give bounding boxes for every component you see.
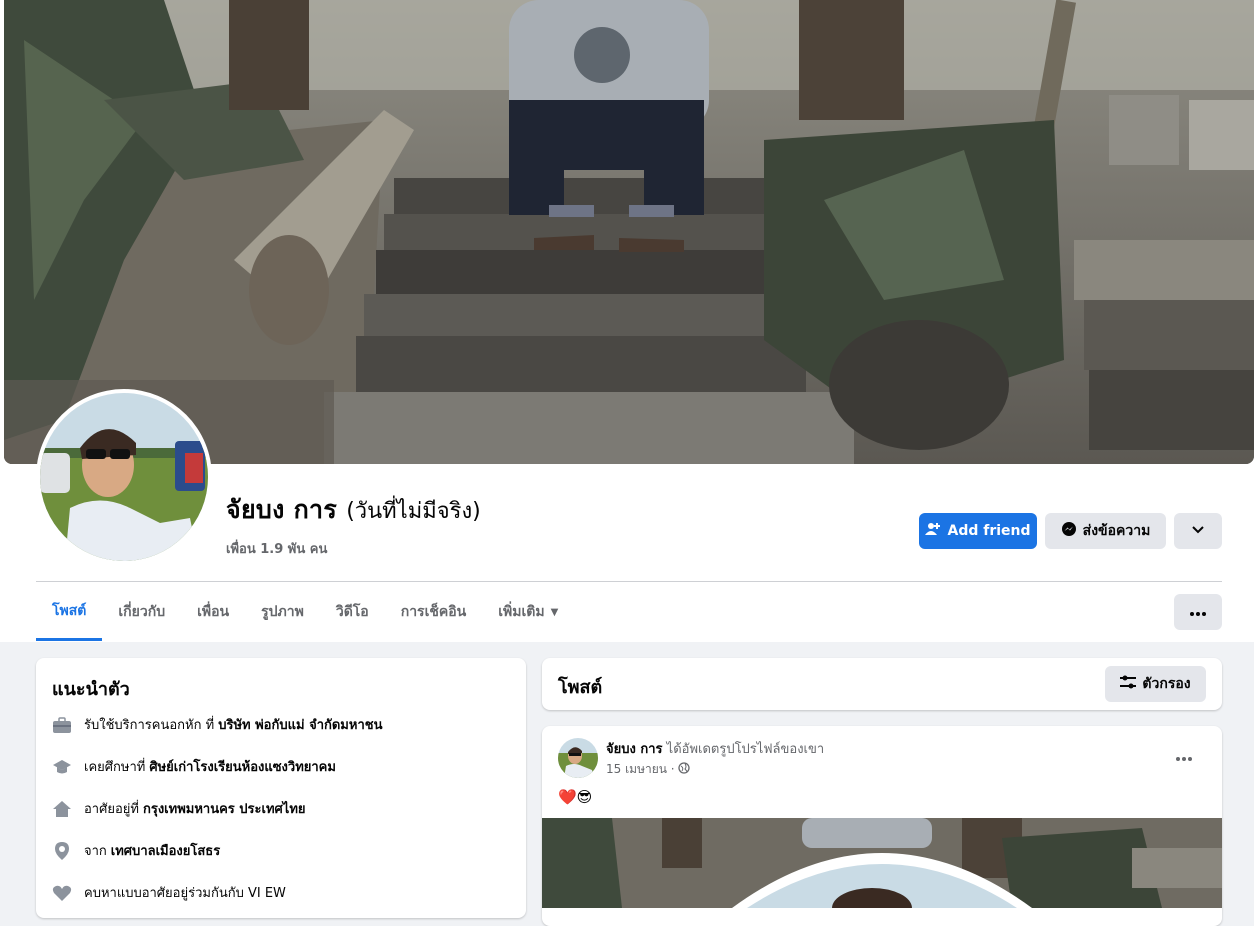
post-text: ❤️😎 [558, 788, 593, 806]
post-action-text: ได้อัพเดตรูปโปรไฟล์ของเขา [666, 742, 825, 757]
tab-photos[interactable]: รูปภาพ [245, 583, 320, 641]
tab-label: โพสต์ [52, 602, 87, 619]
intro-item-relationship: คบหาแบบอาศัยอยู่ร่วมกันกับ VI EW [52, 882, 286, 903]
intro-from-text: จาก [84, 844, 107, 859]
tab-more[interactable]: เพิ่มเติม ▼ [482, 583, 574, 641]
intro-relationship-text[interactable]: คบหาแบบอาศัยอยู่ร่วมกันกับ VI EW [84, 882, 286, 903]
tab-videos[interactable]: วิดีโอ [320, 583, 385, 641]
post-options-button[interactable] [1176, 746, 1192, 765]
header-divider [36, 581, 1222, 582]
tab-about[interactable]: เกี่ยวกับ [102, 583, 181, 641]
tab-label: วิดีโอ [335, 604, 369, 620]
intro-item-lives: อาศัยอยู่ที่ กรุงเทพมหานคร ประเทศไทย [52, 798, 306, 819]
tab-label: การเช็คอิน [400, 604, 467, 620]
intro-education-link[interactable]: ศิษย์เก่าโรงเรียนห้องแซงวิทยาคม [149, 756, 336, 777]
intro-item-education: เคยศึกษาที่ ศิษย์เก่าโรงเรียนห้องแซงวิทย… [52, 756, 336, 777]
intro-from-link[interactable]: เทศบาลเมืองยโสธร [111, 840, 220, 861]
post-date[interactable]: 15 เมษายน · [606, 760, 675, 779]
tab-posts[interactable]: โพสต์ [36, 583, 103, 641]
filter-sliders-icon [1120, 675, 1137, 693]
posts-header-card: โพสต์ ตัวกรอง [542, 658, 1222, 710]
intro-title: แนะนำตัว [52, 679, 130, 700]
home-icon [52, 799, 72, 819]
more-dots-icon [1190, 604, 1206, 620]
cover-photo[interactable] [4, 0, 1254, 464]
heart-icon [52, 883, 72, 903]
globe-icon [677, 762, 690, 777]
message-button[interactable]: ส่งข้อความ [1045, 513, 1166, 549]
tab-label: เกี่ยวกับ [118, 604, 166, 620]
post-author-line: จัยบง การ ได้อัพเดตรูปโปรไฟล์ของเขา [606, 738, 824, 759]
profile-header: จัยบง การ (วันที่ไม่มีจริง) เพื่อน 1.9 พ… [0, 0, 1254, 642]
chevron-down-icon [1191, 522, 1205, 540]
intro-item-from: จาก เทศบาลเมืองยโสธร [52, 840, 220, 861]
intro-lives-link[interactable]: กรุงเทพมหานคร ประเทศไทย [143, 798, 306, 819]
tab-checkins[interactable]: การเช็คอิน [385, 583, 483, 641]
more-options-button[interactable] [1174, 594, 1222, 630]
intro-lives-text: อาศัยอยู่ที่ [84, 802, 139, 817]
filter-button[interactable]: ตัวกรอง [1105, 666, 1206, 702]
intro-education-text: เคยศึกษาที่ [84, 760, 146, 775]
profile-avatar[interactable] [36, 389, 212, 565]
tab-label: เพื่อน [197, 604, 230, 620]
add-friend-label: Add friend [947, 523, 1031, 539]
location-pin-icon [52, 841, 72, 861]
messenger-icon [1061, 521, 1077, 541]
filter-label: ตัวกรอง [1142, 676, 1191, 692]
tab-label: เพิ่มเติม [498, 604, 545, 620]
profile-tabs: โพสต์ เกี่ยวกับ เพื่อน รูปภาพ วิดีโอ การ… [36, 583, 574, 641]
tab-label: รูปภาพ [261, 604, 304, 620]
post-author-name[interactable]: จัยบง การ [606, 742, 663, 757]
post-card: จัยบง การ ได้อัพเดตรูปโปรไฟล์ของเขา 15 เ… [542, 726, 1222, 926]
profile-menu-button[interactable] [1174, 513, 1222, 549]
post-image[interactable] [542, 818, 1222, 908]
message-label: ส่งข้อความ [1082, 523, 1151, 539]
tab-friends[interactable]: เพื่อน [181, 583, 245, 641]
intro-work-text: รับใช้บริการคนอกหัก ที่ [84, 718, 215, 733]
briefcase-icon [52, 715, 72, 735]
intro-item-work: รับใช้บริการคนอกหัก ที่ บริษัท พ่อกับแม่… [52, 714, 382, 735]
more-dots-icon [1176, 746, 1192, 765]
add-person-icon [925, 521, 941, 541]
profile-alternate-name: (วันที่ไม่มีจริง) [346, 499, 481, 524]
post-meta: 15 เมษายน · [606, 760, 690, 779]
intro-work-link[interactable]: บริษัท พ่อกับแม่ จำกัดมหาชน [218, 714, 382, 735]
add-friend-button[interactable]: Add friend [919, 513, 1037, 549]
profile-name-block: จัยบง การ (วันที่ไม่มีจริง) เพื่อน 1.9 พ… [226, 490, 481, 559]
graduation-cap-icon [52, 757, 72, 777]
post-author-avatar[interactable] [558, 738, 598, 778]
friends-count[interactable]: เพื่อน 1.9 พัน คน [226, 538, 481, 559]
profile-name: จัยบง การ [226, 495, 338, 524]
posts-title: โพสต์ [558, 677, 603, 698]
intro-card: แนะนำตัว รับใช้บริการคนอกหัก ที่ บริษัท … [36, 658, 526, 918]
caret-down-icon: ▼ [550, 606, 559, 618]
